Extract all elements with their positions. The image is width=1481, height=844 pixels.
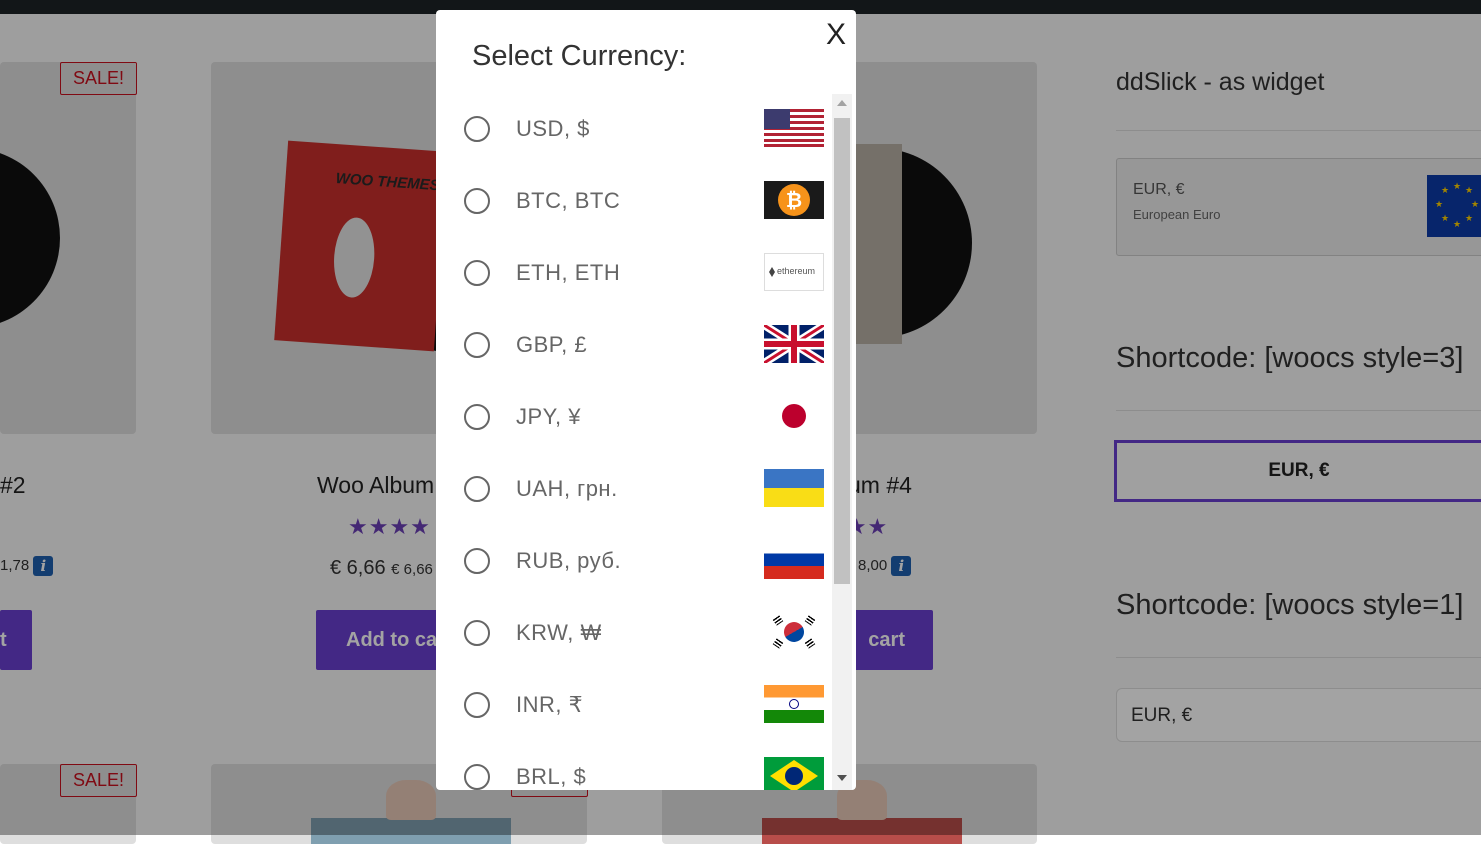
bitcoin-coin: ₿ bbox=[778, 184, 810, 216]
currency-option-usd[interactable]: USD, $ bbox=[436, 94, 830, 166]
korea-flag-icon bbox=[764, 613, 824, 651]
currency-label: UAH, грн. bbox=[516, 476, 618, 501]
currency-label: BTC, BTC bbox=[516, 188, 621, 213]
radio-button[interactable] bbox=[464, 332, 490, 358]
scroll-down-arrow-icon[interactable] bbox=[837, 775, 847, 781]
scrollbar[interactable] bbox=[832, 94, 852, 790]
close-button[interactable]: X bbox=[826, 18, 846, 52]
russia-flag-icon bbox=[764, 541, 824, 579]
currency-label: INR, ₹ bbox=[516, 692, 584, 717]
currency-option-brl[interactable]: BRL, $ bbox=[436, 742, 830, 790]
radio-button[interactable] bbox=[464, 692, 490, 718]
trigram bbox=[804, 615, 816, 626]
currency-option-gbp[interactable]: GBP, £ bbox=[436, 310, 830, 382]
trigram bbox=[804, 638, 816, 649]
currency-option-inr[interactable]: INR, ₹ bbox=[436, 670, 830, 742]
japan-sun-disc bbox=[782, 404, 806, 428]
currency-label: USD, $ bbox=[516, 116, 590, 141]
ethereum-logo-text: ethereum bbox=[777, 266, 816, 276]
currency-label: GBP, £ bbox=[516, 332, 588, 357]
currency-label: ETH, ETH bbox=[516, 260, 621, 285]
radio-button[interactable] bbox=[464, 548, 490, 574]
ashoka-chakra bbox=[789, 699, 799, 709]
currency-label: RUB, руб. bbox=[516, 548, 622, 573]
currency-list: USD, $ BTC, BTC ₿ ETH, ETH ethereum GBP,… bbox=[436, 94, 830, 790]
radio-button[interactable] bbox=[464, 620, 490, 646]
currency-option-krw[interactable]: KRW, ₩ bbox=[436, 598, 830, 670]
ukraine-flag-icon bbox=[764, 469, 824, 507]
ethereum-diamond bbox=[769, 267, 775, 277]
taegeuk-circle bbox=[780, 618, 808, 646]
radio-button[interactable] bbox=[464, 764, 490, 790]
currency-option-btc[interactable]: BTC, BTC ₿ bbox=[436, 166, 830, 238]
radio-button[interactable] bbox=[464, 476, 490, 502]
bitcoin-icon: ₿ bbox=[764, 181, 824, 219]
scrollbar-thumb[interactable] bbox=[834, 118, 850, 584]
currency-modal: Select Currency: X USD, $ BTC, BTC ₿ ETH… bbox=[436, 10, 856, 790]
modal-title: Select Currency: bbox=[472, 40, 687, 72]
ethereum-icon: ethereum bbox=[764, 253, 824, 291]
currency-option-uah[interactable]: UAH, грн. bbox=[436, 454, 830, 526]
trigram bbox=[772, 615, 784, 626]
currency-label: KRW, ₩ bbox=[516, 620, 602, 645]
radio-button[interactable] bbox=[464, 404, 490, 430]
currency-option-jpy[interactable]: JPY, ¥ bbox=[436, 382, 830, 454]
india-flag-icon bbox=[764, 685, 824, 723]
radio-button[interactable] bbox=[464, 116, 490, 142]
trigram bbox=[772, 638, 784, 649]
currency-label: BRL, $ bbox=[516, 764, 587, 789]
radio-button[interactable] bbox=[464, 188, 490, 214]
scroll-up-arrow-icon[interactable] bbox=[837, 100, 847, 106]
currency-label: JPY, ¥ bbox=[516, 404, 581, 429]
currency-option-eth[interactable]: ETH, ETH ethereum bbox=[436, 238, 830, 310]
radio-button[interactable] bbox=[464, 260, 490, 286]
currency-option-rub[interactable]: RUB, руб. bbox=[436, 526, 830, 598]
uk-flag-icon bbox=[764, 325, 824, 363]
us-flag-icon bbox=[764, 109, 824, 147]
brazil-globe bbox=[785, 767, 803, 785]
japan-flag-icon bbox=[764, 397, 824, 435]
brazil-flag-icon bbox=[764, 757, 824, 790]
